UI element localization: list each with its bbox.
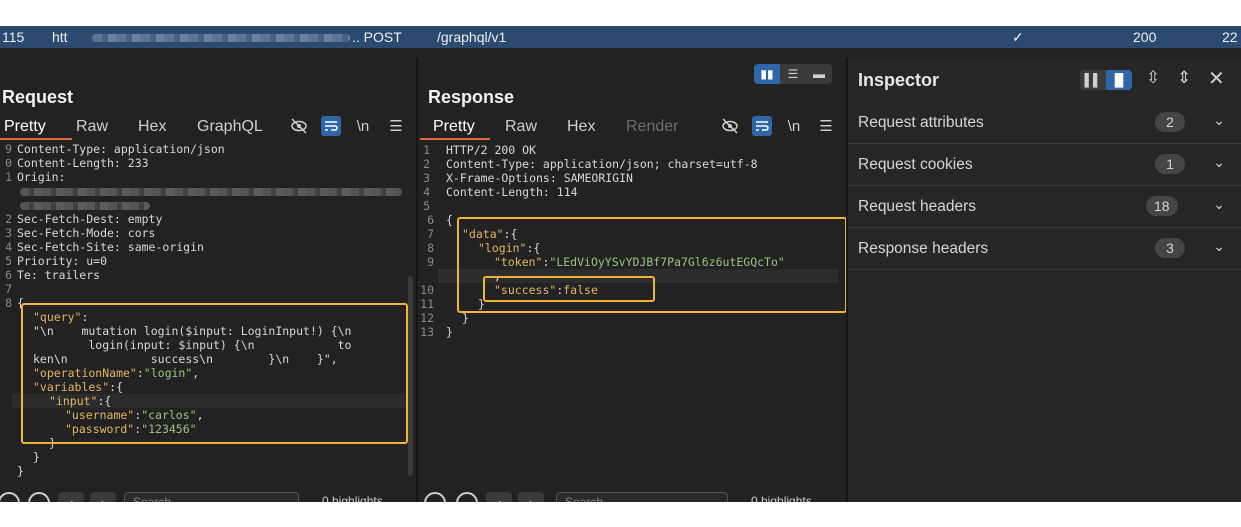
tab-pretty[interactable]: Pretty: [4, 118, 46, 136]
wrap-lines-icon[interactable]: [752, 116, 772, 136]
expand-all-icon[interactable]: ⇳: [1146, 68, 1160, 88]
inspector-layout-left-icon[interactable]: ▌▌: [1080, 70, 1106, 90]
redacted-origin: [20, 188, 402, 196]
response-panel: ▮▮ ☰ ▬ Response Pretty Raw Hex Render \n…: [418, 58, 847, 502]
layout-side-by-side-icon[interactable]: ▮▮: [754, 64, 780, 84]
tab-raw[interactable]: Raw: [505, 118, 537, 136]
hide-nonprintable-icon[interactable]: [720, 116, 740, 136]
request-body-highlight: [21, 303, 408, 444]
code-line: HTTP/2 200 OK: [446, 143, 537, 157]
inspector-title: Inspector: [858, 70, 940, 90]
pane-gap: [0, 48, 1241, 58]
prev-match-button[interactable]: ‹: [58, 492, 84, 502]
row-path: /graphql/v1: [437, 29, 507, 45]
inspector-row-request-attributes[interactable]: Request attributes 2 ⌄: [848, 102, 1241, 144]
newline-toggle-icon[interactable]: \n: [784, 116, 804, 136]
prev-match-button[interactable]: ‹: [486, 492, 512, 502]
code-line: Content-Length: 114: [446, 185, 578, 199]
search-input[interactable]: Search: [556, 492, 728, 502]
tab-hex[interactable]: Hex: [138, 118, 166, 136]
row-status: 200: [1133, 29, 1157, 45]
close-icon[interactable]: ✕: [1208, 66, 1225, 91]
row-host: htt: [52, 29, 68, 45]
count-badge: 2: [1155, 112, 1185, 132]
newline-toggle-icon[interactable]: \n: [353, 116, 373, 136]
code-line: Content-Type: application/json; charset=…: [446, 157, 758, 171]
success-field-highlight: [483, 276, 655, 302]
collapse-all-icon[interactable]: ⇕: [1177, 68, 1191, 88]
chevron-down-icon[interactable]: ⌄: [1213, 238, 1225, 255]
help-icon[interactable]: [0, 492, 20, 502]
highlight-count: 0 highlights: [322, 494, 383, 502]
code-line: Content-Length: 233: [17, 156, 149, 170]
highlight-count: 0 highlights: [751, 494, 812, 502]
bottom-margin: [0, 502, 1241, 527]
next-match-button[interactable]: ›: [90, 492, 116, 502]
count-badge: 18: [1146, 196, 1178, 216]
inspector-row-request-headers[interactable]: Request headers 18 ⌄: [848, 186, 1241, 228]
inspector-layout-right-icon[interactable]: ▐▌: [1106, 70, 1132, 90]
chevron-down-icon[interactable]: ⌄: [1213, 154, 1225, 171]
help-icon[interactable]: [424, 492, 446, 502]
inspector-row-request-cookies[interactable]: Request cookies 1 ⌄: [848, 144, 1241, 186]
code-line: Content-Type: application/json: [17, 142, 225, 156]
tab-pretty[interactable]: Pretty: [433, 118, 475, 136]
request-panel: Request Pretty Raw Hex GraphQL \n ☰ 9 Con…: [0, 58, 416, 502]
chevron-down-icon[interactable]: ⌄: [1213, 196, 1225, 213]
tab-render[interactable]: Render: [626, 118, 678, 136]
layout-toggle: ▮▮ ☰ ▬: [754, 64, 832, 84]
tab-hex[interactable]: Hex: [567, 118, 595, 136]
layout-stacked-icon[interactable]: ☰: [780, 64, 806, 84]
request-title: Request: [2, 87, 74, 107]
row-edited-check: ✓: [1012, 29, 1024, 45]
inspector-row-response-headers[interactable]: Response headers 3 ⌄: [848, 228, 1241, 270]
count-badge: 3: [1155, 238, 1185, 258]
row-index: 115: [2, 29, 25, 45]
next-match-button[interactable]: ›: [518, 492, 544, 502]
settings-icon[interactable]: [28, 492, 50, 502]
hide-nonprintable-icon[interactable]: [289, 116, 309, 136]
wrap-lines-icon[interactable]: [321, 116, 341, 136]
row-method: .. POST: [352, 29, 402, 45]
search-input[interactable]: Search: [124, 492, 299, 502]
code-line: Priority: u=0: [17, 254, 108, 268]
row-length: 22: [1222, 29, 1238, 45]
request-search-bar: ‹ › Search 0 highlights: [0, 490, 416, 502]
response-search-bar: ‹ › Search 0 highlights: [418, 490, 846, 502]
row-label: Request headers: [858, 198, 977, 215]
code-line: X-Frame-Options: SAMEORIGIN: [446, 171, 633, 185]
menu-icon[interactable]: ☰: [816, 116, 836, 136]
tab-graphql[interactable]: GraphQL: [197, 118, 263, 136]
tab-raw[interactable]: Raw: [76, 118, 108, 136]
inspector-panel: Inspector ▌▌ ▐▌ ⇳ ⇕ ✕ Request attributes…: [848, 58, 1241, 502]
count-badge: 1: [1155, 154, 1185, 174]
code-line: Sec-Fetch-Mode: cors: [17, 226, 156, 240]
active-tab-underline: [0, 138, 72, 140]
active-tab-underline: [420, 138, 490, 140]
row-label: Request attributes: [858, 114, 984, 131]
inspector-layout-toggle: ▌▌ ▐▌: [1080, 70, 1132, 90]
code-line: Te: trailers: [17, 268, 101, 282]
code-line: Sec-Fetch-Site: same-origin: [17, 240, 204, 254]
redacted-origin: [20, 202, 150, 210]
redacted-host: [92, 34, 350, 42]
code-line: Origin:: [17, 170, 66, 184]
request-scrollbar[interactable]: [408, 276, 413, 476]
response-title: Response: [428, 87, 515, 107]
layout-single-icon[interactable]: ▬: [806, 64, 832, 84]
code-line: Sec-Fetch-Dest: empty: [17, 212, 163, 226]
row-label: Request cookies: [858, 156, 973, 173]
chevron-down-icon[interactable]: ⌄: [1213, 112, 1225, 129]
top-margin: [0, 0, 1241, 26]
history-selected-row[interactable]: 115 htt .. POST /graphql/v1 ✓ 200 22: [0, 26, 1241, 48]
settings-icon[interactable]: [456, 492, 478, 502]
row-label: Response headers: [858, 240, 989, 257]
menu-icon[interactable]: ☰: [386, 116, 406, 136]
